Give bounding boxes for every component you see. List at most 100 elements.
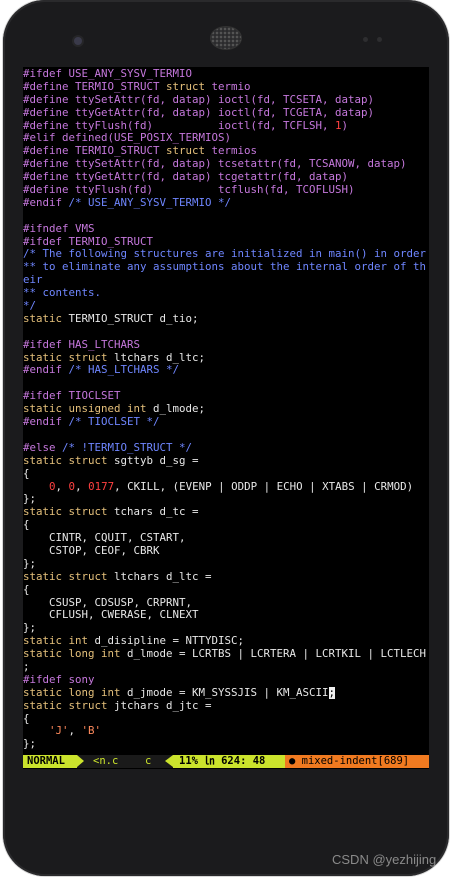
code-token: #define TERMIO_STRUCT — [23, 80, 167, 93]
code-token: #endif — [23, 416, 69, 429]
front-camera — [74, 37, 82, 45]
code-line[interactable]: #define TERMIO_STRUCT struct termios — [23, 145, 429, 158]
code-token: #endif — [23, 364, 69, 377]
code-line[interactable]: { — [23, 584, 429, 597]
code-token: }; — [23, 493, 37, 506]
code-line[interactable]: #else /* !TERMIO_STRUCT */ — [23, 442, 429, 455]
code-token: static int — [23, 635, 89, 648]
code-line[interactable]: #define ttyGetAttr(fd, datap) ioctl(fd, … — [23, 107, 429, 120]
code-token: ) — [341, 119, 349, 132]
code-line[interactable]: #ifdef HAS_LTCHARS — [23, 339, 429, 352]
code-line[interactable]: #define TERMIO_STRUCT struct termio — [23, 81, 429, 94]
code-line[interactable]: */ — [23, 300, 429, 313]
code-token: #ifdef TIOCLSET — [23, 390, 121, 403]
code-token: { — [23, 712, 30, 725]
code-token: struct — [166, 80, 206, 93]
code-line[interactable]: static long int d_lmode = LCRTBS | LCRTE… — [23, 648, 429, 661]
code-token: d_lmode; — [146, 403, 206, 416]
code-token: static struct — [23, 506, 108, 519]
code-line[interactable]: #define ttyGetAttr(fd, datap) tcgetattr(… — [23, 171, 429, 184]
code-token: #ifndef VMS — [23, 222, 95, 235]
code-line[interactable]: { — [23, 519, 429, 532]
code-token: CFLUSH, CWERASE, CLNEXT — [23, 609, 199, 622]
code-token: #ifdef TERMIO_STRUCT — [23, 235, 154, 248]
code-token: static struct — [23, 454, 108, 467]
code-line[interactable]: #elif defined(USE_POSIX_TERMIOS) — [23, 132, 429, 145]
code-token: static — [23, 312, 63, 325]
code-token: termio — [205, 80, 251, 93]
code-token: #endif — [23, 196, 69, 209]
code-line[interactable]: #define ttySetAttr(fd, datap) tcsetattr(… — [23, 158, 429, 171]
code-line[interactable]: ** to eliminate any assumptions about th… — [23, 261, 429, 274]
code-token: /* !TERMIO_STRUCT */ — [62, 441, 193, 454]
code-line[interactable] — [23, 377, 429, 390]
code-line[interactable]: CSUSP, CDSUSP, CRPRNT, — [23, 597, 429, 610]
code-token: d_jmode = KM_SYSSJIS | KM_ASCII — [120, 686, 329, 699]
code-line[interactable]: static unsigned int d_lmode; — [23, 403, 429, 416]
code-token: { — [23, 519, 30, 532]
code-line[interactable]: }; — [23, 738, 429, 751]
code-line[interactable]: #ifdef TIOCLSET — [23, 390, 429, 403]
code-line[interactable]: static int d_disipline = NTTYDISC; — [23, 635, 429, 648]
code-token: #define ttySetAttr(fd, datap) tcsetattr(… — [23, 158, 407, 171]
code-token: #ifdef sony — [23, 673, 95, 686]
code-token: sgttyb d_sg = — [107, 454, 199, 467]
code-line[interactable]: static long int d_jmode = KM_SYSSJIS | K… — [23, 686, 429, 700]
code-line[interactable]: }; — [23, 558, 429, 571]
code-line[interactable]: CINTR, CQUIT, CSTART, — [23, 532, 429, 545]
code-line[interactable]: CFLUSH, CWERASE, CLNEXT — [23, 609, 429, 622]
code-line[interactable]: static struct sgttyb d_sg = — [23, 455, 429, 468]
code-line[interactable]: #ifdef TERMIO_STRUCT — [23, 236, 429, 249]
code-line[interactable]: static struct ltchars d_ltc; — [23, 352, 429, 365]
code-line[interactable]: static struct jtchars d_jtc = — [23, 700, 429, 713]
code-token: #elif defined(USE_POSIX_TERMIOS) — [23, 132, 232, 145]
code-line[interactable]: { — [23, 713, 429, 726]
code-token: #define ttySetAttr(fd, datap) ioctl(fd, … — [23, 93, 375, 106]
vim-statusline: NORMAL <n.c c 11% ㏑ 624: 48 ● mixed-inde… — [23, 755, 429, 768]
code-line[interactable]: #endif /* TIOCLSET */ — [23, 416, 429, 429]
code-line[interactable]: /* The following structures are initiali… — [23, 248, 429, 261]
code-line[interactable]: }; — [23, 622, 429, 635]
code-token: jtchars d_jtc = — [107, 699, 212, 712]
code-token: , — [75, 480, 89, 493]
code-line[interactable]: #ifndef VMS — [23, 223, 429, 236]
code-token: }; — [23, 622, 37, 635]
code-token: static long int — [23, 648, 121, 661]
code-line[interactable]: static struct ltchars d_ltc = — [23, 571, 429, 584]
code-token: , CKILL, (EVENP | ODDP | ECHO | XTABS | … — [114, 480, 414, 493]
code-line[interactable]: #ifdef sony — [23, 674, 429, 687]
code-token: { — [23, 467, 30, 480]
code-line[interactable]: #define ttyFlush(fd) ioctl(fd, TCFLSH, 1… — [23, 120, 429, 133]
code-line[interactable] — [23, 326, 429, 339]
code-line[interactable]: 'J', 'B' — [23, 725, 429, 738]
code-line[interactable]: #endif /* USE_ANY_SYSV_TERMIO */ — [23, 197, 429, 210]
code-token: static unsigned int — [23, 403, 147, 416]
watermark: CSDN @yezhijing — [332, 852, 437, 867]
code-line[interactable]: CSTOP, CEOF, CBRK — [23, 545, 429, 558]
vim-editor-buffer[interactable]: #ifdef USE_ANY_SYSV_TERMIO #define TERMIO… — [23, 68, 429, 751]
code-line[interactable]: static struct tchars d_tc = — [23, 506, 429, 519]
code-line[interactable]: ** contents. — [23, 287, 429, 300]
code-token: #define ttyGetAttr(fd, datap) tcgetattr(… — [23, 171, 349, 184]
code-line[interactable]: ; — [23, 661, 429, 674]
code-line[interactable] — [23, 210, 429, 223]
code-line[interactable]: #endif /* HAS_LTCHARS */ — [23, 364, 429, 377]
code-token: #ifdef HAS_LTCHARS — [23, 338, 141, 351]
code-line[interactable]: eir — [23, 274, 429, 287]
code-line[interactable]: }; — [23, 493, 429, 506]
code-line[interactable]: 0, 0, 0177, CKILL, (EVENP | ODDP | ECHO … — [23, 481, 429, 494]
code-line[interactable] — [23, 429, 429, 442]
code-line[interactable]: #ifdef USE_ANY_SYSV_TERMIO — [23, 68, 429, 81]
code-token: /* TIOCLSET */ — [68, 416, 160, 429]
powerline-separator-icon — [165, 755, 173, 767]
terminal-screen[interactable]: #ifdef USE_ANY_SYSV_TERMIO #define TERMIO… — [23, 67, 429, 769]
code-line[interactable]: static TERMIO_STRUCT d_tio; — [23, 313, 429, 326]
file-name: <n.c — [93, 755, 119, 767]
code-line[interactable]: #define ttyFlush(fd) tcflush(fd, TCOFLUS… — [23, 184, 429, 197]
code-line[interactable]: #define ttySetAttr(fd, datap) ioctl(fd, … — [23, 94, 429, 107]
code-token: ltchars d_ltc = — [107, 570, 212, 583]
code-token: #define ttyFlush(fd) ioctl(fd, TCFLSH, — [23, 119, 336, 132]
code-token: CSUSP, CDSUSP, CRPRNT, — [23, 596, 193, 609]
code-line[interactable]: { — [23, 468, 429, 481]
